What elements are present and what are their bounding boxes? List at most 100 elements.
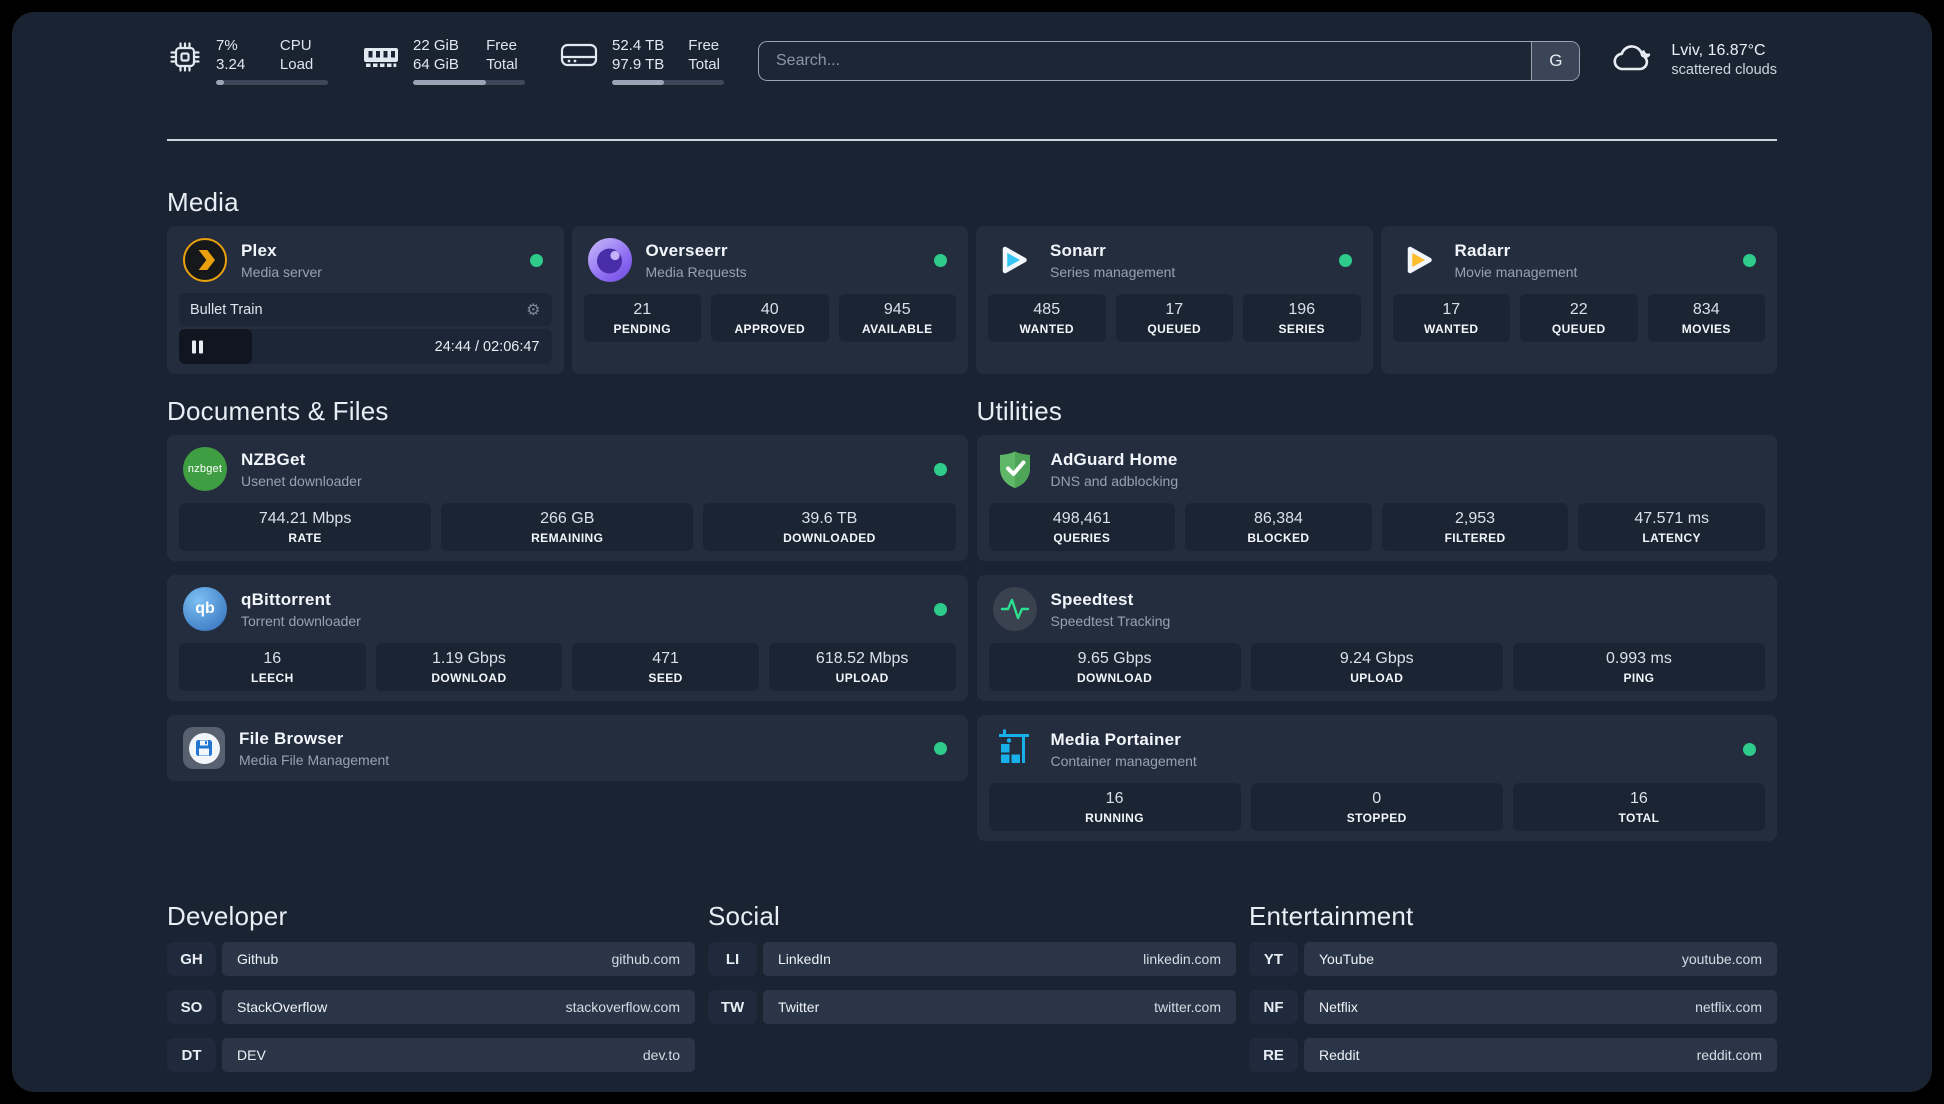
app-desc: Media Requests: [645, 263, 747, 280]
app-card-adguard[interactable]: AdGuard Home DNS and adblocking 498,461 …: [976, 435, 1777, 561]
cpu-usage-value: 7%: [216, 37, 238, 54]
header: 7% 3.24 CPU Load 22 GiB 64 GiB Free Tota…: [167, 36, 1777, 85]
app-card-portainer[interactable]: Media Portainer Container management 16 …: [976, 715, 1777, 841]
cpu-progress-fill: [216, 80, 224, 85]
now-playing-title: Bullet Train: [190, 301, 263, 318]
link-host: linkedin.com: [1143, 951, 1221, 967]
app-desc: Usenet downloader: [241, 472, 362, 489]
storage-free-value: 52.4 TB: [612, 37, 665, 54]
link-host: reddit.com: [1696, 1047, 1762, 1063]
app-name: File Browser: [239, 728, 344, 748]
cpu-load-value: 3.24: [216, 56, 246, 73]
stat-tile-queued: 17 QUEUED: [1115, 294, 1233, 342]
app-desc: Media File Management: [239, 751, 390, 768]
speedtest-icon: [992, 587, 1037, 631]
app-card-plex[interactable]: Plex Media server Bullet Train ⚙ 24:44 /…: [167, 226, 564, 374]
search-bar: G: [758, 40, 1581, 81]
link-twitter[interactable]: TW Twitter twitter.com: [708, 990, 1236, 1024]
app-name: qBittorrent: [241, 589, 332, 609]
link-abbr: RE: [1249, 1038, 1298, 1072]
app-desc: Speedtest Tracking: [1050, 612, 1171, 629]
media-grid: Plex Media server Bullet Train ⚙ 24:44 /…: [167, 226, 1777, 374]
memory-progress-fill: [413, 80, 486, 85]
app-card-overseerr[interactable]: Overseerr Media Requests 21 PENDING 40 A…: [571, 226, 968, 374]
cpu-usage-label: CPU: [279, 37, 312, 54]
adguard-icon: [993, 447, 1037, 491]
stat-tile-total: 16 TOTAL: [1512, 783, 1765, 831]
stat-tile-blocked: 86,384 BLOCKED: [1185, 503, 1372, 551]
qbittorrent-logo-text: qb: [195, 600, 215, 617]
nzbget-logo-text: nzbget: [187, 463, 223, 475]
app-name: Speedtest: [1050, 589, 1134, 609]
stat-tile-queries: 498,461 QUERIES: [988, 503, 1176, 551]
app-name: Sonarr: [1050, 240, 1106, 260]
status-dot: [1743, 742, 1756, 756]
status-dot: [933, 741, 947, 755]
stat-tile-wanted: 17 WANTED: [1392, 294, 1510, 342]
link-abbr: DT: [167, 1038, 216, 1072]
search-input[interactable]: [759, 41, 1532, 80]
cpu-load-label: Load: [279, 56, 314, 73]
cpu-stat: 7% 3.24 CPU Load: [167, 36, 328, 85]
stat-tile-leech: 16 LEECH: [179, 643, 366, 691]
radarr-icon: [1397, 238, 1441, 282]
stat-tile-upload: 618.52 Mbps UPLOAD: [768, 643, 956, 691]
app-name: AdGuard Home: [1050, 449, 1178, 469]
status-dot: [933, 602, 947, 616]
stat-tile-queued: 22 QUEUED: [1520, 294, 1638, 342]
link-youtube[interactable]: YT YouTube youtube.com: [1249, 942, 1777, 976]
link-abbr: GH: [167, 942, 216, 976]
link-netflix[interactable]: NF Netflix netflix.com: [1249, 990, 1777, 1024]
storage-progress-fill: [612, 80, 664, 85]
app-name: Media Portainer: [1050, 729, 1182, 749]
playback-progress-fill: [179, 329, 252, 364]
link-reddit[interactable]: RE Reddit reddit.com: [1249, 1038, 1777, 1072]
memory-free-label: Free: [486, 37, 517, 54]
stat-tile-running: 16 RUNNING: [988, 783, 1241, 831]
link-linkedin[interactable]: LI LinkedIn linkedin.com: [708, 942, 1236, 976]
link-name: Netflix: [1319, 999, 1358, 1015]
app-name: Radarr: [1454, 240, 1511, 260]
app-card-sonarr[interactable]: Sonarr Series management 485 WANTED 17 Q…: [976, 226, 1373, 374]
stat-tile-seed: 471 SEED: [572, 643, 759, 691]
stat-tile-ping: 0.993 ms PING: [1512, 643, 1765, 691]
stat-tile-download: 1.19 Gbps DOWNLOAD: [375, 643, 563, 691]
link-abbr: SO: [167, 990, 216, 1024]
link-abbr: TW: [708, 990, 757, 1024]
header-divider: [167, 139, 1777, 141]
link-dev[interactable]: DT DEV dev.to: [167, 1038, 695, 1072]
section-title-media: Media: [167, 187, 239, 217]
section-title-documents: Documents & Files: [167, 396, 389, 426]
link-name: DEV: [237, 1047, 266, 1063]
link-stackoverflow[interactable]: SO StackOverflow stackoverflow.com: [167, 990, 695, 1024]
app-name: Plex: [241, 240, 277, 260]
link-name: Reddit: [1319, 1047, 1360, 1063]
stat-tile-series: 196 SERIES: [1243, 294, 1361, 342]
app-card-radarr[interactable]: Radarr Movie management 17 WANTED 22 QUE…: [1380, 226, 1777, 374]
playback-progress-bar[interactable]: 24:44 / 02:06:47: [179, 329, 552, 364]
stat-tile-stopped: 0 STOPPED: [1250, 783, 1503, 831]
app-card-qbittorrent[interactable]: qb qBittorrent Torrent downloader 16 LEE…: [167, 575, 968, 701]
stat-tile-upload: 9.24 Gbps UPLOAD: [1250, 643, 1503, 691]
pause-icon[interactable]: [192, 340, 203, 353]
cloud-icon: [1610, 40, 1656, 81]
weather-location-temp: Lviv, 16.87°C: [1671, 42, 1766, 60]
search-engine-button[interactable]: G: [1531, 41, 1580, 80]
memory-stat: 22 GiB 64 GiB Free Total: [362, 36, 525, 85]
app-card-speedtest[interactable]: Speedtest Speedtest Tracking 9.65 Gbps D…: [976, 575, 1777, 701]
memory-total-value: 64 GiB: [413, 56, 459, 73]
gear-icon[interactable]: ⚙: [526, 300, 540, 320]
stat-tile-approved: 40 APPROVED: [711, 294, 829, 342]
link-abbr: YT: [1249, 942, 1298, 976]
dashboard-page: 7% 3.24 CPU Load 22 GiB 64 GiB Free Tota…: [12, 12, 1932, 1092]
section-title-social: Social: [708, 901, 781, 931]
link-host: stackoverflow.com: [565, 999, 680, 1015]
link-abbr: NF: [1249, 990, 1298, 1024]
memory-progress-bar: [413, 80, 525, 85]
app-card-filebrowser[interactable]: File Browser Media File Management: [167, 715, 968, 781]
link-github[interactable]: GH Github github.com: [167, 942, 695, 976]
link-host: github.com: [611, 951, 680, 967]
storage-free-label: Free: [688, 37, 720, 54]
section-title-entertainment: Entertainment: [1249, 901, 1414, 931]
app-card-nzbget[interactable]: nzbget NZBGet Usenet downloader 744.21 M…: [167, 435, 968, 561]
